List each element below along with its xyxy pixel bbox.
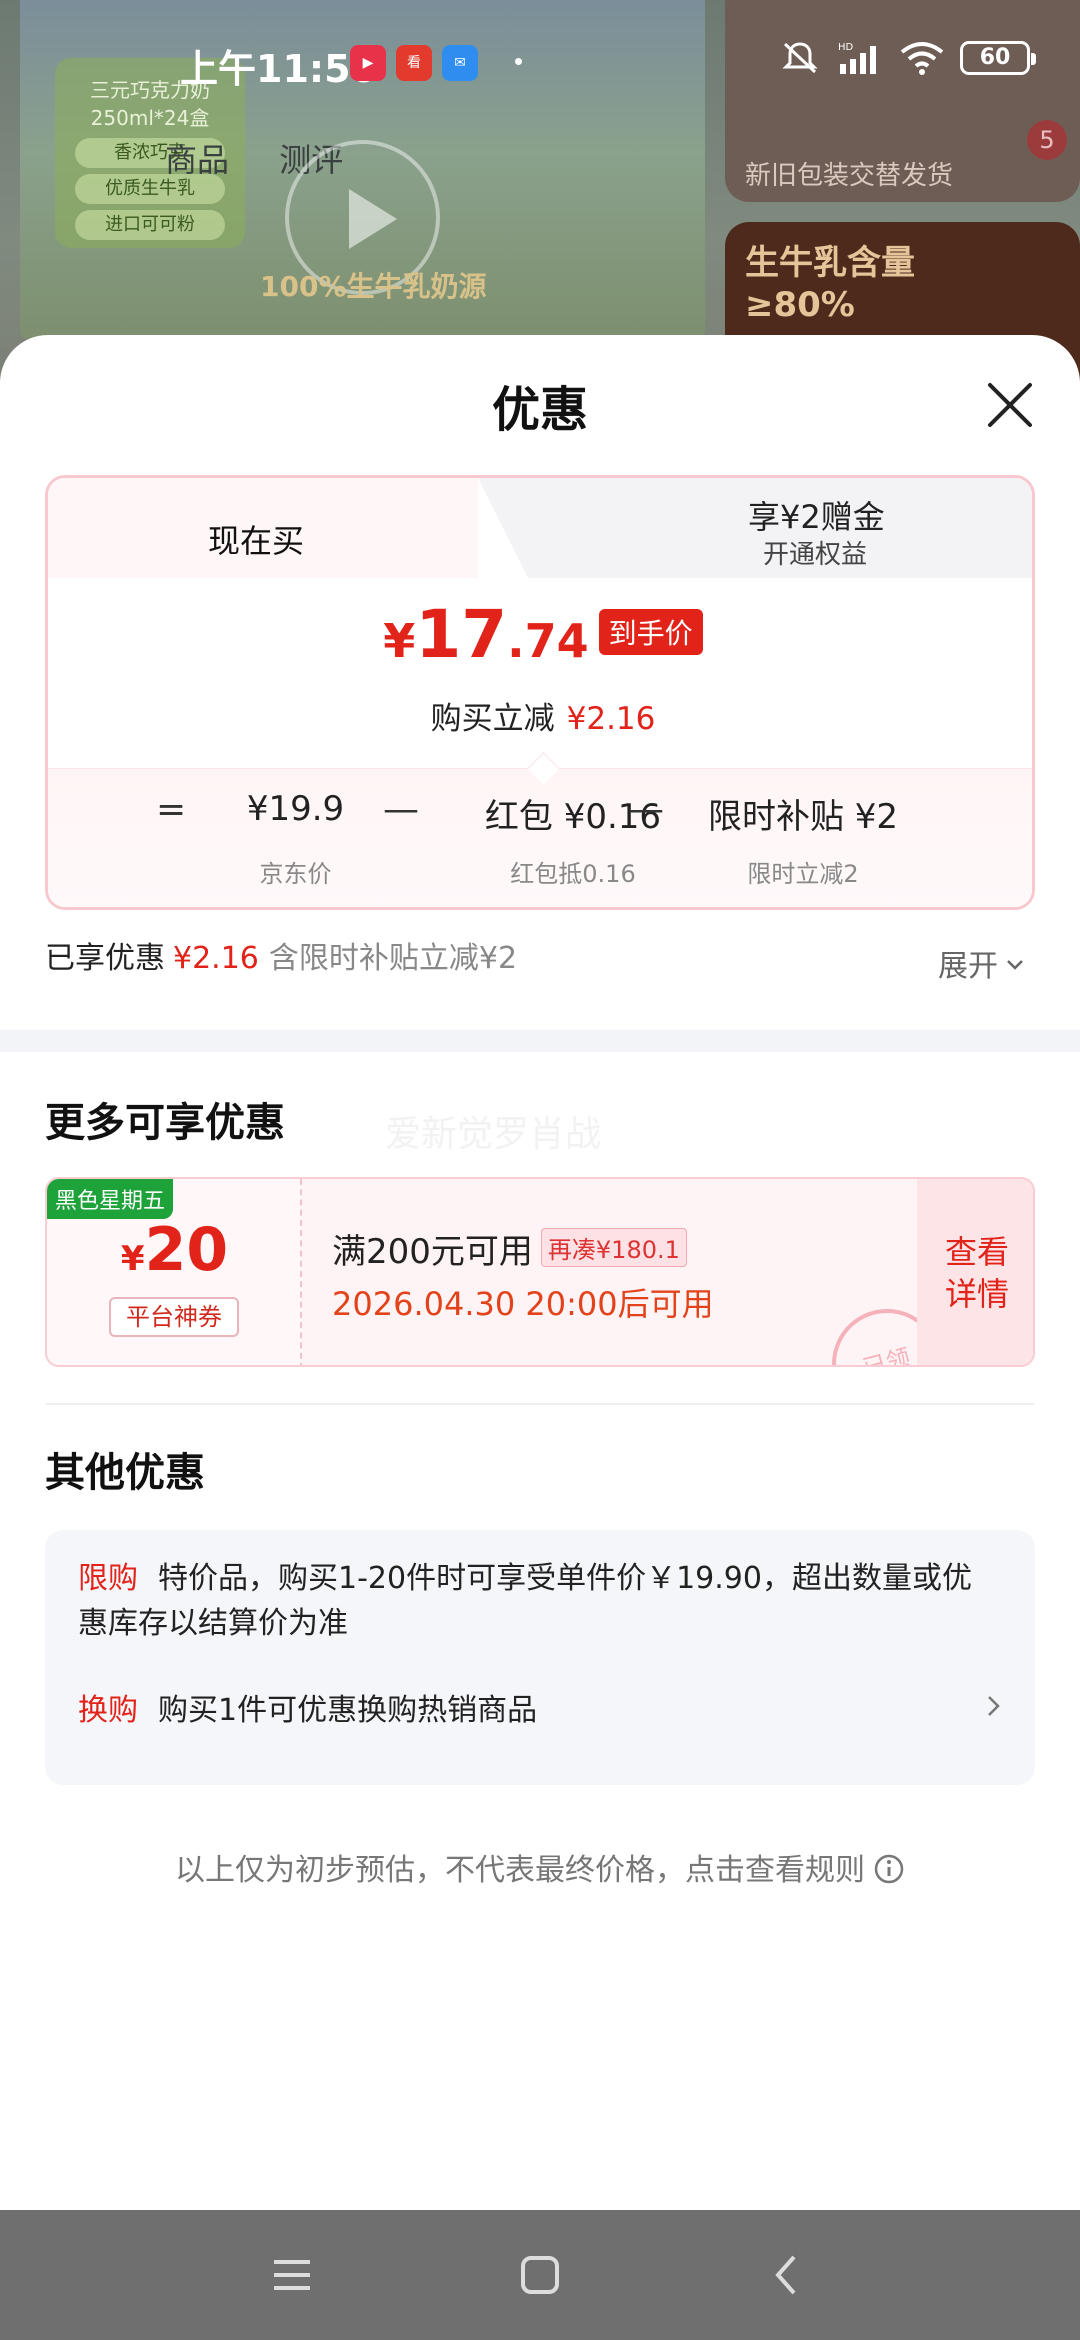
coupon-remaining-badge: 再凑¥180.1 [540, 1228, 687, 1267]
menu-icon[interactable] [262, 2245, 322, 2305]
coupon-value-area: 黑色星期五 ¥20 平台神券 [47, 1179, 302, 1365]
system-nav-bar [0, 2210, 1080, 2340]
footnote-text: 以上仅为初步预估，不代表最终价格，点击查看规则 [175, 1853, 865, 1888]
enjoyed-label: 已享优惠 [45, 941, 165, 976]
coupon-event-tag: 黑色星期五 [47, 1179, 174, 1219]
enjoyed-amount: ¥2.16 [173, 941, 259, 976]
coupon-threshold: 满200元可用 [332, 1232, 533, 1272]
coupon-currency: ¥ [120, 1239, 145, 1279]
status-app-icons: ▶ 看 ✉ [350, 45, 478, 81]
enjoyed-note: 含限时补贴立减¥2 [268, 941, 518, 976]
trade-in-text: 购买1件可优惠换购热销商品 [158, 1693, 538, 1728]
network-hd-label: HD [838, 42, 854, 53]
coupon-valid-date: 2026.04.30 20:00后可用 [332, 1285, 714, 1323]
close-icon[interactable] [980, 375, 1040, 435]
breakdown-jd-price: ¥19.9 [246, 789, 345, 829]
other-discounts-box: 限购 特价品，购买1-20件时可享受单件价￥19.90，超出数量或优惠库存以结算价… [45, 1530, 1035, 1785]
final-price-area: ¥17.74 到手价 购买立减 ¥2.16 [48, 578, 1032, 768]
instant-reduction: 购买立减 ¥2.16 [48, 693, 1032, 738]
video-app-icon: ▶ [350, 45, 386, 81]
status-time: 上午11:50 [180, 47, 377, 91]
coupon-amount: ¥20 [47, 1215, 302, 1285]
home-icon[interactable] [510, 2245, 570, 2305]
status-right-icons: HD 60 [780, 40, 1036, 76]
equals-sign: = [156, 789, 187, 830]
chevron-down-icon [1007, 960, 1023, 970]
discount-sheet: 优惠 享¥2赠金 开通权益 现在买 ¥17.74 到手价 购买立减 ¥2.16 = … [0, 335, 1080, 2210]
final-price: ¥17.74 到手价 [48, 596, 1032, 673]
news-app-icon: 看 [396, 45, 432, 81]
tab-buy-now-label: 现在买 [208, 522, 305, 560]
divider [45, 1403, 1035, 1405]
signal-icon: HD [838, 42, 876, 74]
limit-purchase-key: 限购 [78, 1561, 138, 1596]
rules-footnote[interactable]: 以上仅为初步预估，不代表最终价格，点击查看规则 [0, 1845, 1080, 1889]
tab-membership-title: 享¥2赠金 [748, 498, 885, 536]
other-discounts-title: 其他优惠 [45, 1450, 205, 1496]
trade-in-row[interactable]: 换购 购买1件可优惠换购热销商品 [78, 1685, 1018, 1729]
limit-purchase-text: 特价品，购买1-20件时可享受单件价￥19.90，超出数量或优惠库存以结算价为准 [78, 1561, 972, 1641]
chevron-right-icon[interactable] [983, 1695, 1005, 1717]
tab-membership[interactable]: 享¥2赠金 开通权益 [478, 478, 1032, 578]
expand-label: 展开 [938, 949, 998, 984]
limit-purchase-row: 限购 特价品，购买1-20件时可享受单件价￥19.90，超出数量或优惠库存以结算价… [78, 1556, 978, 1646]
coupon-type-badge: 平台神券 [109, 1297, 239, 1337]
thumb-caption-2: 生牛乳含量 ≥80% [745, 243, 915, 325]
chat-app-icon: ✉ [442, 45, 478, 81]
status-bar: 上午11:50 ▶ 看 ✉ HD 60 [0, 0, 1080, 120]
price-currency: ¥ [383, 614, 416, 668]
reduction-label: 购买立减 [430, 701, 555, 737]
breakdown-subsidy: 限时补贴 ¥2 [707, 797, 899, 837]
cart-count-badge: 5 [1027, 120, 1067, 160]
price-breakdown: = ¥19.9 京东价 — 红包 ¥0.16 红包抵0.16 — 限时补贴 ¥2… [48, 768, 1032, 907]
thumb-caption-1: 新旧包装交替发货 [745, 161, 954, 191]
tab-product: 商品 [165, 141, 230, 179]
more-discounts-title: 更多可享优惠 [45, 1100, 285, 1146]
wifi-icon [900, 42, 944, 75]
price-box: 享¥2赠金 开通权益 现在买 ¥17.74 到手价 购买立减 ¥2.16 = ¥19… [45, 475, 1035, 910]
watermark-text: 爱新觉罗肖战 [385, 1114, 602, 1155]
expand-button[interactable]: 展开 [938, 941, 1024, 985]
price-integer: 17 [415, 596, 508, 673]
sheet-title: 优惠 [491, 382, 588, 438]
reduction-amount: ¥2.16 [566, 701, 656, 737]
section-separator [0, 1030, 1080, 1052]
price-decimal: .74 [507, 614, 589, 668]
breakdown-jd-price-label: 京东价 [259, 860, 332, 888]
coupon-detail-button[interactable]: 查看 详情 [917, 1179, 1033, 1365]
product-slogan: 100%生牛乳奶源 [260, 270, 487, 303]
minus-sign-2: — [628, 789, 664, 830]
enjoyed-discount: 已享优惠 ¥2.16 含限时补贴立减¥2 [45, 933, 517, 977]
notification-dot [515, 58, 522, 65]
final-price-badge: 到手价 [598, 609, 703, 655]
breakdown-subsidy-label: 限时立减2 [747, 860, 859, 888]
coupon-condition: 满200元可用 再凑¥180.1 [332, 1224, 687, 1273]
battery-icon: 60 [960, 41, 1036, 75]
info-icon [874, 1854, 904, 1884]
mute-bell-icon [782, 42, 818, 74]
back-icon[interactable] [758, 2245, 818, 2305]
minus-sign-1: — [383, 789, 419, 830]
trade-in-key: 换购 [78, 1693, 138, 1728]
tab-buy-now[interactable]: 现在买 [48, 478, 478, 578]
coupon-value: 20 [144, 1215, 229, 1285]
tab-membership-subtitle: 开通权益 [763, 540, 868, 570]
coupon-card[interactable]: 黑色星期五 ¥20 平台神券 满200元可用 再凑¥180.1 2026.04.3… [45, 1177, 1035, 1367]
product-tag-3: 进口可可粉 [75, 210, 225, 240]
